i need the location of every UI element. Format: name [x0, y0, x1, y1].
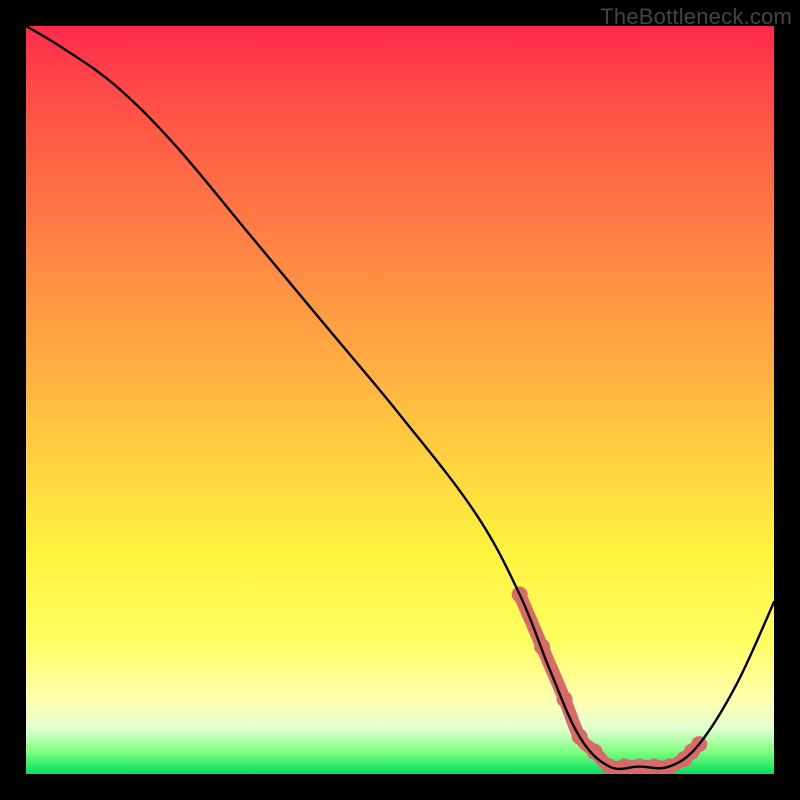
- watermark-label: TheBottleneck.com: [600, 4, 792, 30]
- bottleneck-curve: [26, 26, 774, 769]
- chart-frame: [26, 26, 774, 774]
- optimal-range-highlight: [520, 594, 700, 767]
- optimal-range-dot: [616, 759, 632, 774]
- chart-plot: [26, 26, 774, 774]
- optimal-range-dots: [512, 586, 708, 774]
